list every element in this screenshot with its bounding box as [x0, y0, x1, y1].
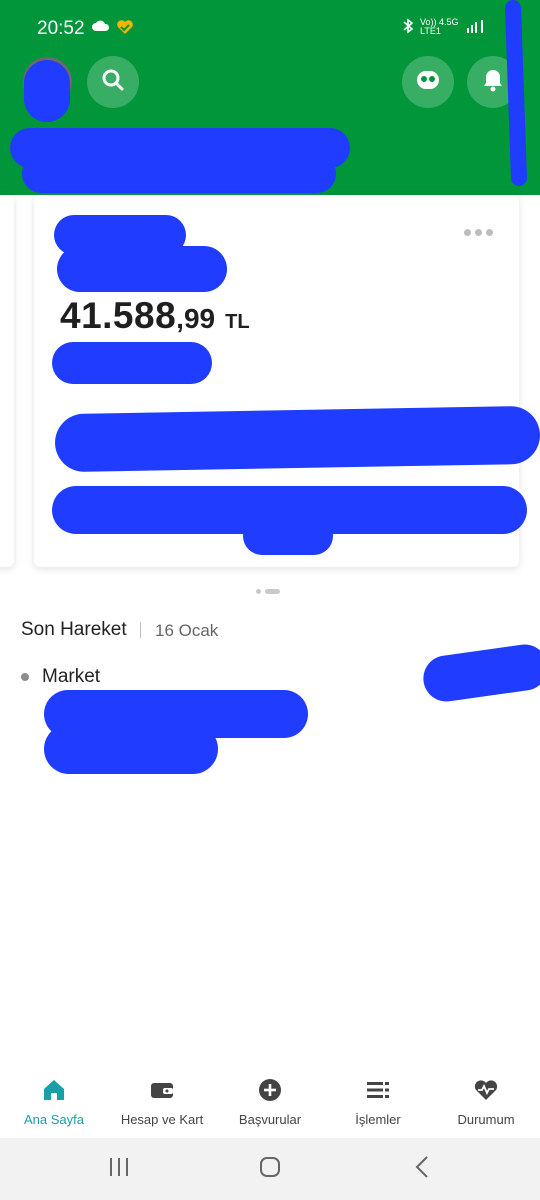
list-bullet-icon [21, 673, 29, 681]
cloud-icon [92, 19, 110, 40]
status-time: 20:52 [37, 18, 85, 39]
redacted-mark [420, 641, 540, 705]
wallet-icon [148, 1076, 176, 1104]
recents-button[interactable] [104, 1156, 134, 1182]
transaction-category[interactable]: Market [42, 666, 100, 688]
divider [140, 622, 141, 638]
heart-pulse-icon [472, 1076, 500, 1104]
tab-hesap-ve-kart[interactable]: Hesap ve Kart [108, 1068, 216, 1138]
search-button[interactable] [87, 56, 139, 108]
section-title: Son Hareket [21, 619, 127, 640]
tab-label: Durumum [457, 1112, 515, 1127]
app-header: 20:52 Vo)) 4.5G LTE1 [0, 0, 540, 195]
account-balance: 41.588,99 TL [60, 295, 250, 336]
redacted-mark [54, 405, 540, 473]
tab-label: Başvurular [238, 1112, 302, 1127]
system-navigation-bar [0, 1138, 540, 1200]
home-circle-icon [258, 1155, 282, 1184]
back-button[interactable] [407, 1155, 437, 1184]
section-date: 16 Ocak [155, 621, 219, 640]
redacted-mark [24, 60, 70, 122]
previous-account-card[interactable] [0, 195, 14, 567]
home-button[interactable] [255, 1156, 285, 1182]
bottom-tab-bar: Ana Sayfa Hesap ve Kart Başvurular İşlem… [0, 1068, 540, 1138]
list-icon [364, 1076, 392, 1104]
tab-basvurular[interactable]: Başvurular [216, 1068, 324, 1138]
network-indicator: Vo)) 4.5G LTE1 [420, 17, 459, 36]
heart-app-icon [116, 19, 134, 40]
redacted-mark [52, 342, 212, 384]
tab-label: Ana Sayfa [24, 1112, 84, 1127]
recents-icon [107, 1156, 131, 1183]
chatbot-icon [414, 66, 442, 99]
redacted-mark [44, 724, 218, 774]
chatbot-button[interactable] [402, 56, 454, 108]
redacted-mark [243, 517, 333, 555]
carousel-pager [256, 589, 280, 594]
tab-ana-sayfa[interactable]: Ana Sayfa [0, 1068, 108, 1138]
search-icon [100, 67, 126, 98]
tab-durumum[interactable]: Durumum [432, 1068, 540, 1138]
redacted-mark [57, 246, 227, 292]
notification-bell-icon [480, 67, 506, 98]
redacted-mark [22, 155, 336, 193]
back-icon [412, 1155, 432, 1184]
home-icon [40, 1076, 68, 1104]
signal-icon [465, 18, 487, 36]
bluetooth-icon [402, 18, 414, 36]
tab-label: Hesap ve Kart [120, 1112, 204, 1127]
tab-label: İşlemler [355, 1112, 401, 1127]
tab-islemler[interactable]: İşlemler [324, 1068, 432, 1138]
status-bar: 20:52 Vo)) 4.5G LTE1 [0, 0, 540, 58]
plus-circle-icon [256, 1076, 284, 1104]
more-options-icon[interactable] [464, 229, 493, 236]
